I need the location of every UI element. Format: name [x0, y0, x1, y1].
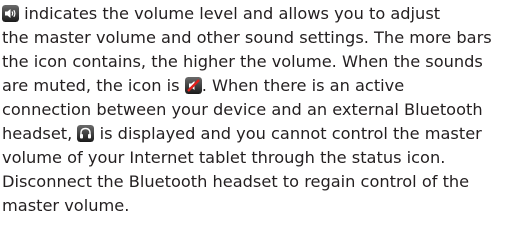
text-run: . When there is an active — [201, 76, 405, 95]
text-run: the master volume and other sound settin… — [2, 28, 492, 47]
text-line: master volume. — [2, 194, 517, 218]
text-line: indicates the volume level and allows yo… — [2, 2, 517, 26]
text-line: Disconnect the Bluetooth headset to rega… — [2, 170, 517, 194]
text-run: the icon contains, the higher the volume… — [2, 52, 483, 71]
text-line: volume of your Internet tablet through t… — [2, 146, 517, 170]
text-line: headset, is displayed and you cannot con… — [2, 122, 517, 146]
text-run: indicates the volume level and allows yo… — [19, 4, 441, 23]
text-run: are muted, the icon is — [2, 76, 185, 95]
text-line: are muted, the icon is . When there is a… — [2, 74, 517, 98]
volume-description-paragraph: indicates the volume level and allows yo… — [2, 2, 517, 218]
muted-speaker-icon — [184, 77, 202, 94]
headset-icon — [77, 125, 95, 142]
text-line: the icon contains, the higher the volume… — [2, 50, 517, 74]
text-run: headset, — [2, 124, 78, 143]
text-line: connection between your device and an ex… — [2, 98, 517, 122]
text-run: Disconnect the Bluetooth headset to rega… — [2, 172, 470, 191]
document-page: indicates the volume level and allows yo… — [0, 0, 521, 242]
text-run: master volume. — [2, 196, 130, 215]
speaker-volume-icon — [2, 5, 19, 22]
text-run: connection between your device and an ex… — [2, 100, 483, 119]
text-line: the master volume and other sound settin… — [2, 26, 517, 50]
text-run: is displayed and you cannot control the … — [94, 124, 482, 143]
text-run: volume of your Internet tablet through t… — [2, 148, 446, 167]
